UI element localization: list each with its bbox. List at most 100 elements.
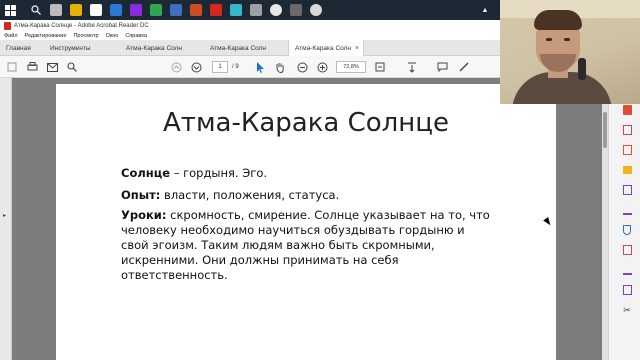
menu-view[interactable]: Просмотр — [73, 33, 98, 39]
scrollbar-thumb[interactable] — [603, 112, 607, 148]
combine-files-icon — [622, 185, 632, 195]
taskbar-search-button[interactable] — [26, 0, 46, 20]
menu-bar: Файл Редактирование Просмотр Окно Справк… — [0, 31, 500, 40]
organize-pages-icon — [622, 245, 632, 255]
presenter-hair — [534, 10, 582, 30]
presenter-eye-left — [546, 38, 552, 41]
create-pdf-icon — [622, 125, 632, 135]
taskbar-app-9[interactable] — [206, 0, 226, 20]
mail-icon — [46, 62, 58, 72]
zoom-level-dropdown[interactable]: 72,8% — [336, 61, 366, 73]
taskbar-app-11[interactable] — [246, 0, 266, 20]
comment-tool-icon — [622, 166, 632, 174]
taskbar-app-12[interactable] — [266, 0, 286, 20]
scroll-mode-button[interactable] — [404, 59, 420, 75]
export-pdf-tool[interactable] — [621, 104, 633, 116]
left-navigation-rail: ▸ — [0, 78, 12, 360]
print-button[interactable] — [24, 59, 40, 75]
tab-document-1-label: Атма-Карака Солн — [126, 44, 183, 52]
paragraph-sun-text: – гордыня. Эго. — [170, 166, 268, 180]
app-dark-icon — [290, 4, 302, 16]
pen-sign-icon — [622, 266, 632, 275]
app-round-icon — [310, 4, 322, 16]
task-view-icon — [50, 4, 62, 16]
taskbar-app-1[interactable] — [46, 0, 66, 20]
scroll-icon — [408, 62, 416, 73]
presenter-beard — [540, 54, 576, 72]
taskbar-app-5[interactable] — [126, 0, 146, 20]
prev-page-button[interactable] — [168, 59, 184, 75]
tab-close-icon[interactable]: × — [355, 45, 359, 52]
screen: ▲ Атма-Каракa Солнце - Adobe Acrobat Rea… — [0, 0, 640, 360]
signature-icon — [622, 206, 632, 215]
paragraph-sun-label: Солнце — [121, 166, 171, 180]
create-pdf-tool[interactable] — [621, 124, 633, 136]
fit-page-button[interactable] — [372, 59, 388, 75]
edit-pdf-tool[interactable] — [621, 144, 633, 156]
taskbar-app-6[interactable] — [146, 0, 166, 20]
protect-tool[interactable] — [621, 224, 633, 236]
select-tool-button[interactable] — [252, 59, 268, 75]
chevron-up-icon: ▲ — [481, 6, 489, 14]
right-tools-panel: ✂ — [608, 78, 640, 360]
windows-logo-icon — [4, 4, 16, 16]
dropbox-icon — [90, 4, 102, 16]
save-button[interactable] — [4, 59, 20, 75]
send-track-tool[interactable] — [621, 284, 633, 296]
page-number-input[interactable]: 1 — [212, 61, 228, 73]
word-icon — [170, 4, 182, 16]
shield-icon — [623, 225, 631, 235]
paragraph-lessons-label: Уроки: — [121, 208, 167, 222]
menu-edit[interactable]: Редактирование — [25, 33, 67, 39]
tab-document-2[interactable]: Атма-Карака Солн — [204, 40, 284, 56]
print-icon — [27, 62, 37, 71]
taskbar-app-7[interactable] — [166, 0, 186, 20]
tab-document-3[interactable]: Атма-Карака Солн × — [288, 40, 364, 56]
paragraph-lessons: Уроки: скромность, смирение. Солнце указ… — [121, 208, 491, 283]
taskbar-app-4[interactable] — [106, 0, 126, 20]
search-icon — [31, 5, 41, 15]
more-tools[interactable]: ✂ — [621, 304, 633, 316]
tab-document-1[interactable]: Атма-Карака Солн — [120, 40, 200, 56]
taskbar-app-2[interactable] — [66, 0, 86, 20]
find-button[interactable] — [64, 59, 80, 75]
app-grey-icon — [250, 4, 262, 16]
acrobat-app-icon — [4, 21, 11, 30]
menu-help[interactable]: Справка — [125, 33, 147, 39]
tools-icon: ✂ — [623, 304, 631, 315]
tray-chevron[interactable]: ▲ — [470, 0, 500, 20]
menu-window[interactable]: Окно — [106, 33, 119, 39]
hand-tool-button[interactable] — [272, 59, 288, 75]
taskbar-app-8[interactable] — [186, 0, 206, 20]
next-page-button[interactable] — [188, 59, 204, 75]
title-bar: Атма-Каракa Солнце - Adobe Acrobat Reade… — [0, 20, 500, 31]
taskbar-app-10[interactable] — [226, 0, 246, 20]
paragraph-sun: Солнце – гордыня. Эго. — [121, 166, 491, 181]
zoom-out-button[interactable] — [294, 59, 310, 75]
zoom-in-button[interactable] — [314, 59, 330, 75]
combine-files-tool[interactable] — [621, 184, 633, 196]
highlight-button[interactable] — [456, 59, 472, 75]
organize-pages-tool[interactable] — [621, 244, 633, 256]
send-for-signature-tool[interactable] — [621, 264, 633, 276]
paragraph-experience-label: Опыт: — [121, 188, 161, 202]
page-number-value: 1 — [218, 64, 222, 70]
tab-tools[interactable]: Инструменты — [44, 40, 106, 56]
comment-icon — [437, 62, 447, 72]
email-button[interactable] — [44, 59, 60, 75]
fill-sign-tool[interactable] — [621, 204, 633, 216]
taskbar-app-14[interactable] — [306, 0, 326, 20]
paragraph-experience-text: власти, положения, статуса. — [160, 188, 340, 202]
taskbar-app-3[interactable] — [86, 0, 106, 20]
paragraph-lessons-text: скромность, смирение. Солнце указывает н… — [121, 208, 490, 282]
arrow-down-circle-icon — [191, 62, 201, 72]
taskbar-app-13[interactable] — [286, 0, 306, 20]
comment-tool[interactable] — [621, 164, 633, 176]
webcam-overlay — [500, 0, 640, 104]
menu-file[interactable]: Файл — [4, 33, 18, 39]
start-button[interactable] — [0, 0, 20, 20]
tab-home[interactable]: Главная — [0, 40, 42, 56]
expand-left-panel-icon[interactable]: ▸ — [3, 212, 6, 219]
page-total: / 9 — [232, 64, 239, 70]
comment-button[interactable] — [434, 59, 450, 75]
